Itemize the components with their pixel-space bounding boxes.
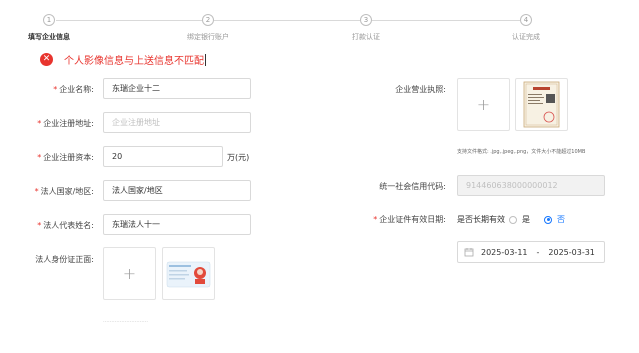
business-license-image: [523, 81, 560, 128]
long-term-no-radio[interactable]: 否: [544, 214, 565, 225]
company-name-label: * 企业名称:: [53, 85, 94, 94]
long-term-yes-radio[interactable]: 是: [509, 214, 530, 225]
step-connector: [56, 20, 202, 21]
step-1-circle: 1: [43, 14, 55, 26]
reg-address-label: * 企业注册地址:: [37, 119, 94, 128]
id-front-label: 法人身份证正面:: [35, 255, 94, 264]
id-front-upload-button[interactable]: +: [103, 247, 156, 300]
date-separator: -: [536, 247, 540, 257]
legal-country-label: * 法人国家/地区:: [34, 187, 94, 196]
calendar-icon: [464, 248, 474, 257]
legal-country-input[interactable]: 法人国家/地区: [103, 180, 251, 201]
end-date[interactable]: 2025-03-31: [548, 248, 595, 257]
reg-capital-input[interactable]: 20: [103, 146, 223, 167]
plus-icon: +: [122, 263, 137, 283]
validity-date-range-picker[interactable]: 2025-03-11 - 2025-03-31: [457, 241, 605, 263]
radio-checked-icon: [544, 215, 552, 224]
id-front-hint-fragment: ………………………: [103, 318, 148, 324]
error-icon: ✕: [40, 53, 53, 66]
company-name-input[interactable]: 东瑞企业十二: [103, 78, 251, 99]
id-front-thumbnail[interactable]: [162, 247, 215, 300]
step-connector: [214, 20, 360, 21]
validity-label: * 企业证件有效日期:: [373, 215, 446, 224]
step-connector: [372, 20, 520, 21]
license-upload-button[interactable]: +: [457, 78, 510, 131]
license-thumbnail[interactable]: [515, 78, 568, 131]
step-2-label: 绑定银行账户: [187, 33, 229, 41]
credit-code-label: 统一社会信用代码:: [379, 182, 446, 191]
step-2-circle: 2: [202, 14, 214, 26]
step-1-label: 填写企业信息: [28, 33, 70, 41]
radio-unchecked-icon: [509, 215, 517, 224]
plus-icon: +: [476, 94, 491, 114]
step-4-circle: 4: [520, 14, 532, 26]
reg-capital-label: * 企业注册资本:: [37, 153, 94, 162]
error-message: 个人影像信息与上送信息不匹配: [64, 56, 204, 67]
legal-name-input[interactable]: 东瑞法人十一: [103, 214, 251, 235]
step-4-label: 认证完成: [512, 33, 540, 41]
progress-stepper: 1 2 3 4 填写企业信息 绑定银行账户 打款认证 认证完成: [0, 0, 639, 46]
step-3-circle: 3: [360, 14, 372, 26]
license-hint: 支持文件格式: .jpg,.jpeg,.png，文件大小不能超过10MB: [457, 149, 586, 155]
long-term-question: 是否长期有效: [457, 215, 505, 224]
step-3-label: 打款认证: [352, 33, 380, 41]
credit-code-input[interactable]: 914460638000000012: [457, 175, 605, 196]
id-card-image: [166, 261, 211, 288]
legal-name-label: * 法人代表姓名:: [37, 221, 94, 230]
text-cursor: [205, 53, 206, 66]
start-date[interactable]: 2025-03-11: [481, 248, 528, 257]
reg-capital-unit: 万(元): [227, 153, 250, 162]
error-alert: ✕ 个人影像信息与上送信息不匹配: [40, 52, 206, 67]
reg-address-input[interactable]: 企业注册地址: [103, 112, 251, 133]
license-label: 企业营业执照:: [395, 85, 446, 94]
